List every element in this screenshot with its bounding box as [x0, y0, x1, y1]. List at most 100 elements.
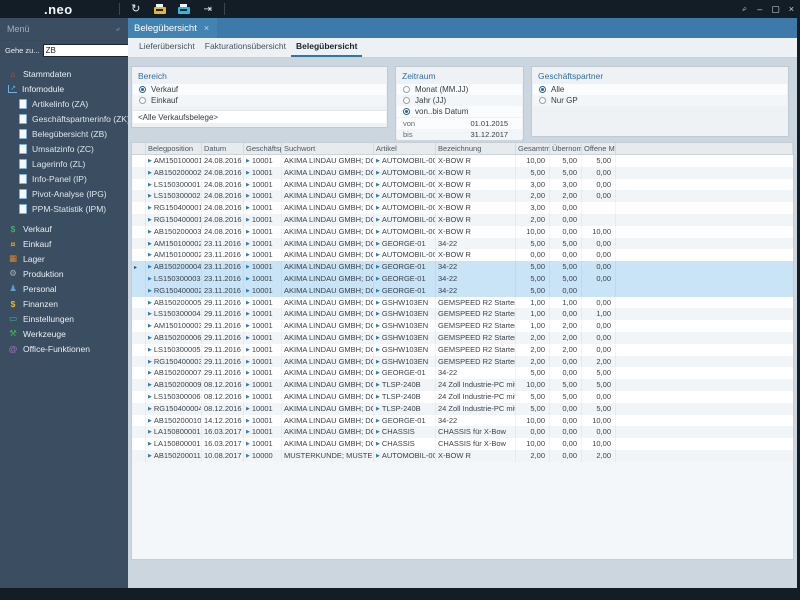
close-tab-icon[interactable]: ×: [204, 23, 209, 33]
column-header[interactable]: Geschäftspartner: [244, 143, 282, 154]
sidebar-item[interactable]: Geschäftspartnerinfo (ZK): [0, 111, 130, 126]
goto-input[interactable]: [42, 43, 141, 57]
drilldown-icon[interactable]: ▶: [376, 370, 380, 376]
drilldown-icon[interactable]: ▶: [376, 335, 380, 341]
sidebar-item[interactable]: Lagerinfo (ZL): [0, 156, 128, 171]
column-header[interactable]: Artikel: [374, 143, 436, 154]
sidebar-item[interactable]: Umsatzinfo (ZC): [0, 141, 128, 156]
sidebar-item[interactable]: Belegübersicht (ZB): [0, 126, 128, 141]
table-row[interactable]: ▶AM150100002.1023.11.2016▶10001AKIMA LIN…: [132, 237, 793, 250]
drilldown-icon[interactable]: ▶: [148, 453, 152, 459]
sidebar-item[interactable]: ♟ Personal: [0, 281, 128, 296]
drilldown-icon[interactable]: ▶: [148, 170, 152, 176]
drilldown-icon[interactable]: ▶: [148, 288, 152, 294]
table-row[interactable]: ▶LA150800001.1016.03.2017▶10001AKIMA LIN…: [132, 438, 793, 450]
sidebar-item[interactable]: ▦ Lager: [0, 251, 128, 266]
drilldown-icon[interactable]: ▶: [148, 370, 152, 376]
drilldown-icon[interactable]: ▶: [148, 252, 152, 258]
drilldown-icon[interactable]: ▶: [376, 347, 380, 353]
drilldown-icon[interactable]: ▶: [376, 394, 380, 400]
drilldown-icon[interactable]: ▶: [246, 158, 250, 164]
pin-icon[interactable]: ♀: [739, 3, 751, 15]
table-row[interactable]: ▶ LA150800001.0 16.03.2017 ▶ 10001 AKIMA LIND…: [132, 426, 793, 439]
drilldown-icon[interactable]: ▶: [376, 429, 380, 435]
radio-option[interactable]: Alle: [533, 84, 787, 95]
drilldown-icon[interactable]: ▶: [246, 252, 250, 258]
drilldown-icon[interactable]: ▶: [376, 229, 380, 235]
drilldown-icon[interactable]: ▶: [376, 300, 380, 306]
radio-option[interactable]: Monat (MM.JJ): [397, 84, 522, 95]
minimize-icon[interactable]: –: [757, 4, 762, 14]
logout-button[interactable]: ⇥: [200, 2, 216, 16]
pin-icon[interactable]: ♀: [113, 24, 124, 35]
bis-row[interactable]: bis 31.12.2017: [397, 129, 522, 140]
von-row[interactable]: von 01.01.2015: [397, 118, 522, 129]
drilldown-icon[interactable]: ▶: [148, 394, 152, 400]
drilldown-icon[interactable]: ▶: [376, 182, 380, 188]
column-header[interactable]: Offene Menge: [582, 143, 616, 154]
drilldown-icon[interactable]: ▶: [376, 205, 380, 211]
drilldown-icon[interactable]: ▶: [376, 193, 380, 199]
table-row[interactable]: ▶LS150300005.1029.11.2016▶10001AKIMA LIN…: [132, 343, 793, 356]
drilldown-icon[interactable]: ▶: [376, 323, 380, 329]
drilldown-icon[interactable]: ▶: [148, 335, 152, 341]
table-row[interactable]: ▶RG150400003.1029.11.2016▶10001AKIMA LIN…: [132, 355, 793, 368]
close-icon[interactable]: ×: [789, 4, 794, 14]
print-button[interactable]: [152, 2, 168, 16]
table-row[interactable]: ▶AM150100003.1029.11.2016▶10001AKIMA LIN…: [132, 320, 793, 332]
belegart-field[interactable]: <Alle Verkaufsbelege>: [133, 110, 386, 123]
drilldown-icon[interactable]: ▶: [376, 288, 380, 294]
table-row[interactable]: ▶AB150200005.1029.11.2016▶10001AKIMA LIN…: [132, 296, 793, 309]
radio-option[interactable]: Einkauf: [133, 95, 386, 106]
radio-option[interactable]: von..bis Datum: [397, 106, 522, 117]
column-header[interactable]: Übernommen: [550, 143, 582, 154]
drilldown-icon[interactable]: ▶: [246, 406, 250, 412]
print-preview-button[interactable]: [176, 2, 192, 16]
sidebar-item[interactable]: PPM-Statistik (IPM): [0, 201, 128, 216]
drilldown-icon[interactable]: ▶: [148, 276, 152, 282]
drilldown-icon[interactable]: ▶: [376, 264, 380, 270]
table-row[interactable]: ▶AM150100002.2023.11.2016▶10001AKIMA LIN…: [132, 249, 793, 262]
table-row[interactable]: ▶RG150400001.2024.08.2016▶10001AKIMA LIN…: [132, 213, 793, 226]
table-row[interactable]: ▶AM150100001.1024.08.2016▶10001AKIMA LIN…: [132, 155, 793, 167]
drilldown-icon[interactable]: ▶: [376, 311, 380, 317]
drilldown-icon[interactable]: ▶: [148, 217, 152, 223]
table-row[interactable]: ▸ ▶AB150200004.1023.11.2016▶10001AKIMA LI…: [132, 261, 793, 273]
table-row[interactable]: ▶AB150200006.1029.11.2016▶10001AKIMA LIN…: [132, 331, 793, 344]
drilldown-icon[interactable]: ▶: [376, 453, 380, 459]
sidebar-item[interactable]: @ Office-Funktionen: [0, 341, 128, 356]
drilldown-icon[interactable]: ▶: [148, 429, 152, 435]
drilldown-icon[interactable]: ▶: [148, 205, 152, 211]
drilldown-icon[interactable]: ▶: [148, 158, 152, 164]
drilldown-icon[interactable]: ▶: [376, 276, 380, 282]
drilldown-icon[interactable]: ▶: [148, 382, 152, 388]
sidebar-item[interactable]: ▭ Einstellungen: [0, 311, 128, 326]
table-row[interactable]: ▶LS150300001.1024.08.2016▶10001AKIMA LIN…: [132, 178, 793, 191]
column-header[interactable]: Bezeichnung: [436, 143, 516, 154]
drilldown-icon[interactable]: ▶: [246, 311, 250, 317]
drilldown-icon[interactable]: ▶: [246, 276, 250, 282]
drilldown-icon[interactable]: ▶: [148, 311, 152, 317]
drilldown-icon[interactable]: ▶: [148, 229, 152, 235]
drilldown-icon[interactable]: ▶: [148, 418, 152, 424]
table-row[interactable]: ▶AB150200007.1029.11.2016▶10001AKIMA LIN…: [132, 367, 793, 380]
drilldown-icon[interactable]: ▶: [246, 205, 250, 211]
drilldown-icon[interactable]: ▶: [148, 347, 152, 353]
drilldown-icon[interactable]: ▶: [148, 182, 152, 188]
sidebar-item[interactable]: ⚙ Produktion: [0, 266, 128, 281]
table-row[interactable]: ▶LS150300006.1008.12.2016▶10001AKIMA LIN…: [132, 390, 793, 403]
drilldown-icon[interactable]: ▶: [376, 170, 380, 176]
table-row[interactable]: ▶LS150300004.1029.11.2016▶10001AKIMA LIN…: [132, 308, 793, 321]
subtab-lieferübersicht[interactable]: Lieferübersicht: [134, 37, 200, 57]
table-row[interactable]: ▶AB150200003.1024.08.2016▶10001AKIMA LIN…: [132, 225, 793, 238]
sidebar-item[interactable]: ↗ Infomodule: [0, 81, 128, 96]
drilldown-icon[interactable]: ▶: [246, 241, 250, 247]
sidebar-item[interactable]: ⚒ Werkzeuge: [0, 326, 128, 341]
sidebar-item[interactable]: $ Finanzen: [0, 296, 128, 311]
radio-option[interactable]: Jahr (JJ): [397, 95, 522, 106]
drilldown-icon[interactable]: ▶: [246, 229, 250, 235]
refresh-button[interactable]: ↻: [128, 2, 144, 16]
radio-option[interactable]: Verkauf: [133, 84, 386, 95]
sidebar-item[interactable]: ⌂ Stammdaten: [0, 66, 128, 81]
sidebar-item[interactable]: ¤ Einkauf: [0, 236, 128, 251]
